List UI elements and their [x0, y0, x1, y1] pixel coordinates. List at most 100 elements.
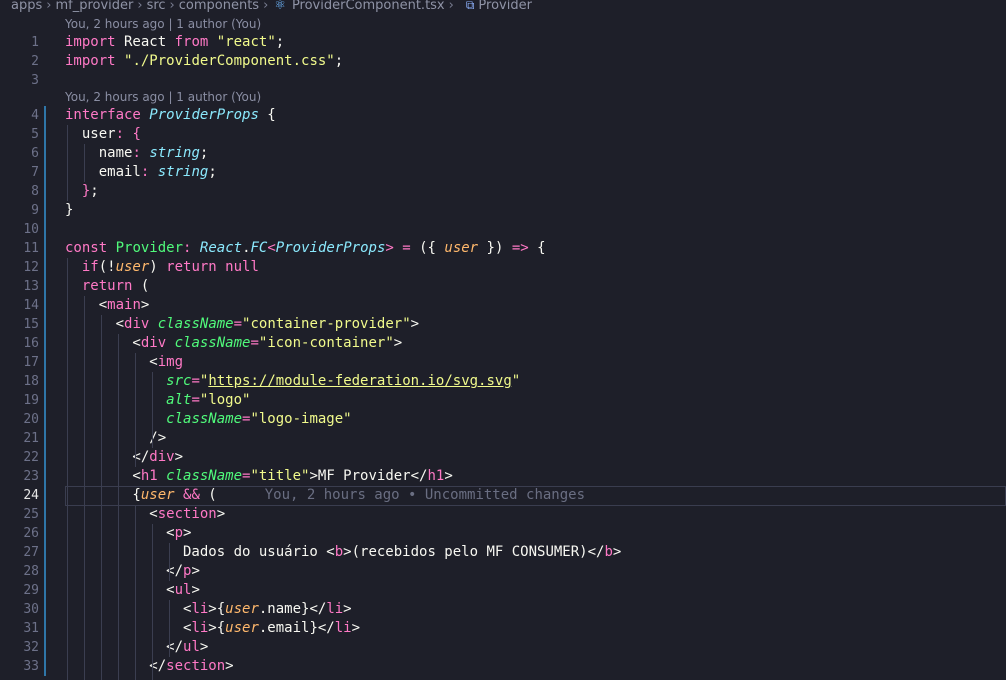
breadcrumb-src[interactable]: src: [147, 0, 166, 13]
code-line[interactable]: 14 <main>: [0, 296, 1006, 315]
git-change-marker[interactable]: [44, 182, 46, 201]
git-change-marker[interactable]: [44, 258, 46, 277]
code-text[interactable]: import "./ProviderComponent.css";: [65, 52, 343, 71]
git-change-marker[interactable]: [44, 524, 46, 543]
code-line[interactable]: 17 <img: [0, 353, 1006, 372]
code-line[interactable]: 1 import React from "react";: [0, 33, 1006, 52]
git-change-marker[interactable]: [44, 220, 46, 239]
code-text[interactable]: }: [65, 201, 73, 220]
git-change-marker[interactable]: [44, 144, 46, 163]
code-text[interactable]: name: string;: [65, 144, 209, 163]
codelens-authors[interactable]: You, 2 hours ago | 1 author (You): [65, 15, 261, 33]
code-line[interactable]: 30 <li>{user.name}</li>: [0, 600, 1006, 619]
code-text[interactable]: return (: [65, 277, 149, 296]
code-line[interactable]: 21 />: [0, 429, 1006, 448]
code-text[interactable]: interface ProviderProps {: [65, 106, 276, 125]
git-change-marker[interactable]: [44, 391, 46, 410]
codelens-text[interactable]: You, 2 hours ago | 1 author (You): [65, 90, 261, 104]
breadcrumb-components[interactable]: components: [179, 0, 259, 13]
code-text[interactable]: };: [65, 182, 99, 201]
code-line[interactable]: 23 <h1 className="title">MF Provider</h1…: [0, 467, 1006, 486]
code-text[interactable]: const Provider: React.FC<ProviderProps> …: [65, 239, 546, 258]
code-line[interactable]: 15 <div className="container-provider">: [0, 315, 1006, 334]
code-text[interactable]: <li>{user.name}</li>: [65, 600, 352, 619]
codelens-interface-authors[interactable]: You, 2 hours ago | 1 author (You): [65, 88, 261, 106]
git-change-marker[interactable]: [44, 600, 46, 619]
git-change-marker[interactable]: [44, 429, 46, 448]
code-text[interactable]: alt="logo": [65, 391, 250, 410]
code-line[interactable]: 10: [0, 220, 1006, 239]
code-line[interactable]: 25 <section>: [0, 505, 1006, 524]
git-change-marker[interactable]: [44, 505, 46, 524]
git-change-marker[interactable]: [44, 486, 46, 505]
code-line[interactable]: 8 };: [0, 182, 1006, 201]
code-text[interactable]: Dados do usuário <b>(recebidos pelo MF C…: [65, 543, 621, 562]
code-editor[interactable]: apps › mf_provider › src › components › ⚛ Provide…: [0, 0, 1006, 680]
git-change-marker[interactable]: [44, 201, 46, 220]
breadcrumb-mf-provider[interactable]: mf_provider: [55, 0, 133, 13]
code-line[interactable]: 2 import "./ProviderComponent.css";: [0, 52, 1006, 71]
code-line[interactable]: 13 return (: [0, 277, 1006, 296]
code-text[interactable]: <section>: [65, 505, 225, 524]
code-text[interactable]: {user && (You, 2 hours ago • Uncommitted…: [65, 486, 585, 505]
code-text[interactable]: </section>: [65, 657, 233, 676]
git-change-marker[interactable]: [44, 315, 46, 334]
code-text[interactable]: <div className="container-provider">: [65, 315, 420, 334]
code-text[interactable]: import React from "react";: [65, 33, 284, 52]
code-text[interactable]: <li>{user.email}</li>: [65, 619, 360, 638]
breadcrumb-symbol[interactable]: Provider: [478, 0, 532, 13]
code-line[interactable]: 24 {user && (You, 2 hours ago • Uncommit…: [0, 486, 1006, 506]
code-text[interactable]: <div className="icon-container">: [65, 334, 402, 353]
code-line[interactable]: 18 src= "https://module-federation.io/svg…: [0, 372, 1006, 391]
code-text[interactable]: </div>: [65, 448, 183, 467]
code-line[interactable]: 29 <ul>: [0, 581, 1006, 600]
git-change-marker[interactable]: [44, 353, 46, 372]
git-change-marker[interactable]: [44, 277, 46, 296]
code-text[interactable]: <ul>: [65, 581, 200, 600]
code-line[interactable]: 3: [0, 71, 1006, 90]
code-text[interactable]: </ul>: [65, 638, 208, 657]
code-line[interactable]: 33 </section>: [0, 657, 1006, 676]
git-change-marker[interactable]: [44, 372, 46, 391]
code-text[interactable]: </p>: [65, 562, 200, 581]
code-text[interactable]: email: string;: [65, 163, 217, 182]
git-change-marker[interactable]: [44, 296, 46, 315]
git-change-marker[interactable]: [44, 657, 46, 676]
git-change-marker[interactable]: [44, 125, 46, 144]
code-text[interactable]: if(!user) return null: [65, 258, 259, 277]
code-line[interactable]: 5 user: {: [0, 125, 1006, 144]
code-text[interactable]: <img: [65, 353, 183, 372]
code-line[interactable]: 4 interface ProviderProps {: [0, 106, 1006, 125]
codelens-text[interactable]: You, 2 hours ago | 1 author (You): [65, 17, 261, 31]
code-line[interactable]: 32 </ul>: [0, 638, 1006, 657]
code-text[interactable]: <main>: [65, 296, 150, 315]
code-line[interactable]: 19 alt="logo": [0, 391, 1006, 410]
git-change-marker[interactable]: [44, 163, 46, 182]
git-change-marker[interactable]: [44, 581, 46, 600]
code-text[interactable]: <h1 className="title">MF Provider</h1>: [65, 467, 452, 486]
code-line[interactable]: 20 className="logo-image": [0, 410, 1006, 429]
git-change-marker[interactable]: [44, 106, 46, 125]
git-change-marker[interactable]: [44, 448, 46, 467]
git-change-marker[interactable]: [44, 410, 46, 429]
code-text[interactable]: />: [65, 429, 166, 448]
breadcrumb-apps[interactable]: apps: [11, 0, 42, 13]
code-line[interactable]: 12 if(!user) return null: [0, 258, 1006, 277]
code-line[interactable]: 9}: [0, 201, 1006, 220]
git-change-marker[interactable]: [44, 638, 46, 657]
code-line[interactable]: 31 <li>{user.email}</li>: [0, 619, 1006, 638]
breadcrumb-file[interactable]: ProviderComponent.tsx: [292, 0, 445, 13]
code-text[interactable]: className="logo-image": [65, 410, 351, 429]
code-line[interactable]: 11 const Provider: React.FC<ProviderProps…: [0, 239, 1006, 258]
git-change-marker[interactable]: [44, 467, 46, 486]
code-line[interactable]: 22 </div>: [0, 448, 1006, 467]
code-text[interactable]: src= "https://module-federation.io/svg.sv…: [65, 372, 520, 391]
git-change-marker[interactable]: [44, 239, 46, 258]
code-line[interactable]: 16 <div className="icon-container">: [0, 334, 1006, 353]
code-line[interactable]: 6 name: string;: [0, 144, 1006, 163]
code-text[interactable]: user: {: [65, 125, 141, 144]
git-change-marker[interactable]: [44, 334, 46, 353]
code-line[interactable]: 27 Dados do usuário <b>(recebidos pelo M…: [0, 543, 1006, 562]
git-change-marker[interactable]: [44, 543, 46, 562]
git-change-marker[interactable]: [44, 562, 46, 581]
